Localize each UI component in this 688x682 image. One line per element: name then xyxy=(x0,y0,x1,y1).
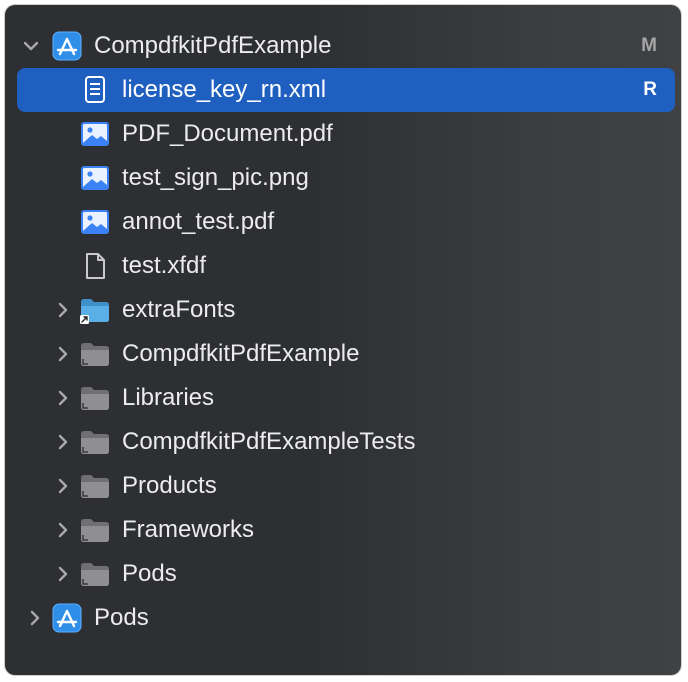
group-name: CompdfkitPdfExampleTests xyxy=(122,428,416,455)
file-name: test.xfdf xyxy=(122,252,207,279)
tree-row-group-products[interactable]: Products xyxy=(17,464,675,508)
chevron-right-icon[interactable] xyxy=(53,432,73,452)
tree-row-file-pdf-document[interactable]: PDF_Document.pdf xyxy=(17,112,675,156)
image-file-icon xyxy=(79,163,111,193)
group-name: Pods xyxy=(122,560,177,587)
folder-group-icon xyxy=(79,515,111,545)
tree-row-file-test-sign-pic[interactable]: test_sign_pic.png xyxy=(17,156,675,200)
tree-row-file-license-key[interactable]: license_key_rn.xml R xyxy=(17,68,675,112)
tree-row-group-libraries[interactable]: Libraries xyxy=(17,376,675,420)
folder-group-icon xyxy=(79,383,111,413)
image-file-icon xyxy=(79,119,111,149)
group-name: CompdfkitPdfExample xyxy=(122,340,360,367)
folder-group-icon xyxy=(79,339,111,369)
tree-row-folder-extrafonts[interactable]: extraFonts xyxy=(17,288,675,332)
group-name: Frameworks xyxy=(122,516,255,543)
folder-group-icon xyxy=(79,471,111,501)
folder-group-icon xyxy=(79,559,111,589)
project-name: Pods xyxy=(94,604,149,631)
tree-row-file-test-xfdf[interactable]: test.xfdf xyxy=(17,244,675,288)
scm-status-badge: R xyxy=(643,79,657,100)
group-name: Libraries xyxy=(122,384,215,411)
project-name: CompdfkitPdfExample xyxy=(94,32,332,59)
file-name: test_sign_pic.png xyxy=(122,164,309,191)
project-navigator: CompdfkitPdfExample M license_key_rn.xml… xyxy=(5,5,681,675)
tree-row-group-compdfkitpdfexampletests[interactable]: CompdfkitPdfExampleTests xyxy=(17,420,675,464)
xcode-project-icon xyxy=(51,31,83,61)
image-file-icon xyxy=(79,207,111,237)
tree-row-project-compdfkitpdfexample[interactable]: CompdfkitPdfExample M xyxy=(17,24,675,68)
chevron-right-icon[interactable] xyxy=(25,608,45,628)
file-name: PDF_Document.pdf xyxy=(122,120,333,147)
tree-row-group-compdfkitpdfexample[interactable]: CompdfkitPdfExample xyxy=(17,332,675,376)
file-name: annot_test.pdf xyxy=(122,208,275,235)
file-name: license_key_rn.xml xyxy=(122,76,327,103)
tree-row-group-pods[interactable]: Pods xyxy=(17,552,675,596)
chevron-right-icon[interactable] xyxy=(53,520,73,540)
chevron-right-icon[interactable] xyxy=(53,388,73,408)
chevron-right-icon[interactable] xyxy=(53,300,73,320)
tree-row-file-annot-test[interactable]: annot_test.pdf xyxy=(17,200,675,244)
tree-row-project-pods[interactable]: Pods xyxy=(17,596,675,640)
tree-row-group-frameworks[interactable]: Frameworks xyxy=(17,508,675,552)
group-name: Products xyxy=(122,472,217,499)
folder-name: extraFonts xyxy=(122,296,236,323)
folder-group-icon xyxy=(79,427,111,457)
scm-status-badge: M xyxy=(641,35,657,56)
xcode-project-icon xyxy=(51,603,83,633)
document-text-icon xyxy=(79,75,111,105)
chevron-right-icon[interactable] xyxy=(53,344,73,364)
chevron-right-icon[interactable] xyxy=(53,564,73,584)
chevron-right-icon[interactable] xyxy=(53,476,73,496)
chevron-down-icon[interactable] xyxy=(21,36,41,56)
blank-document-icon xyxy=(79,251,111,281)
folder-alias-icon xyxy=(79,295,111,325)
